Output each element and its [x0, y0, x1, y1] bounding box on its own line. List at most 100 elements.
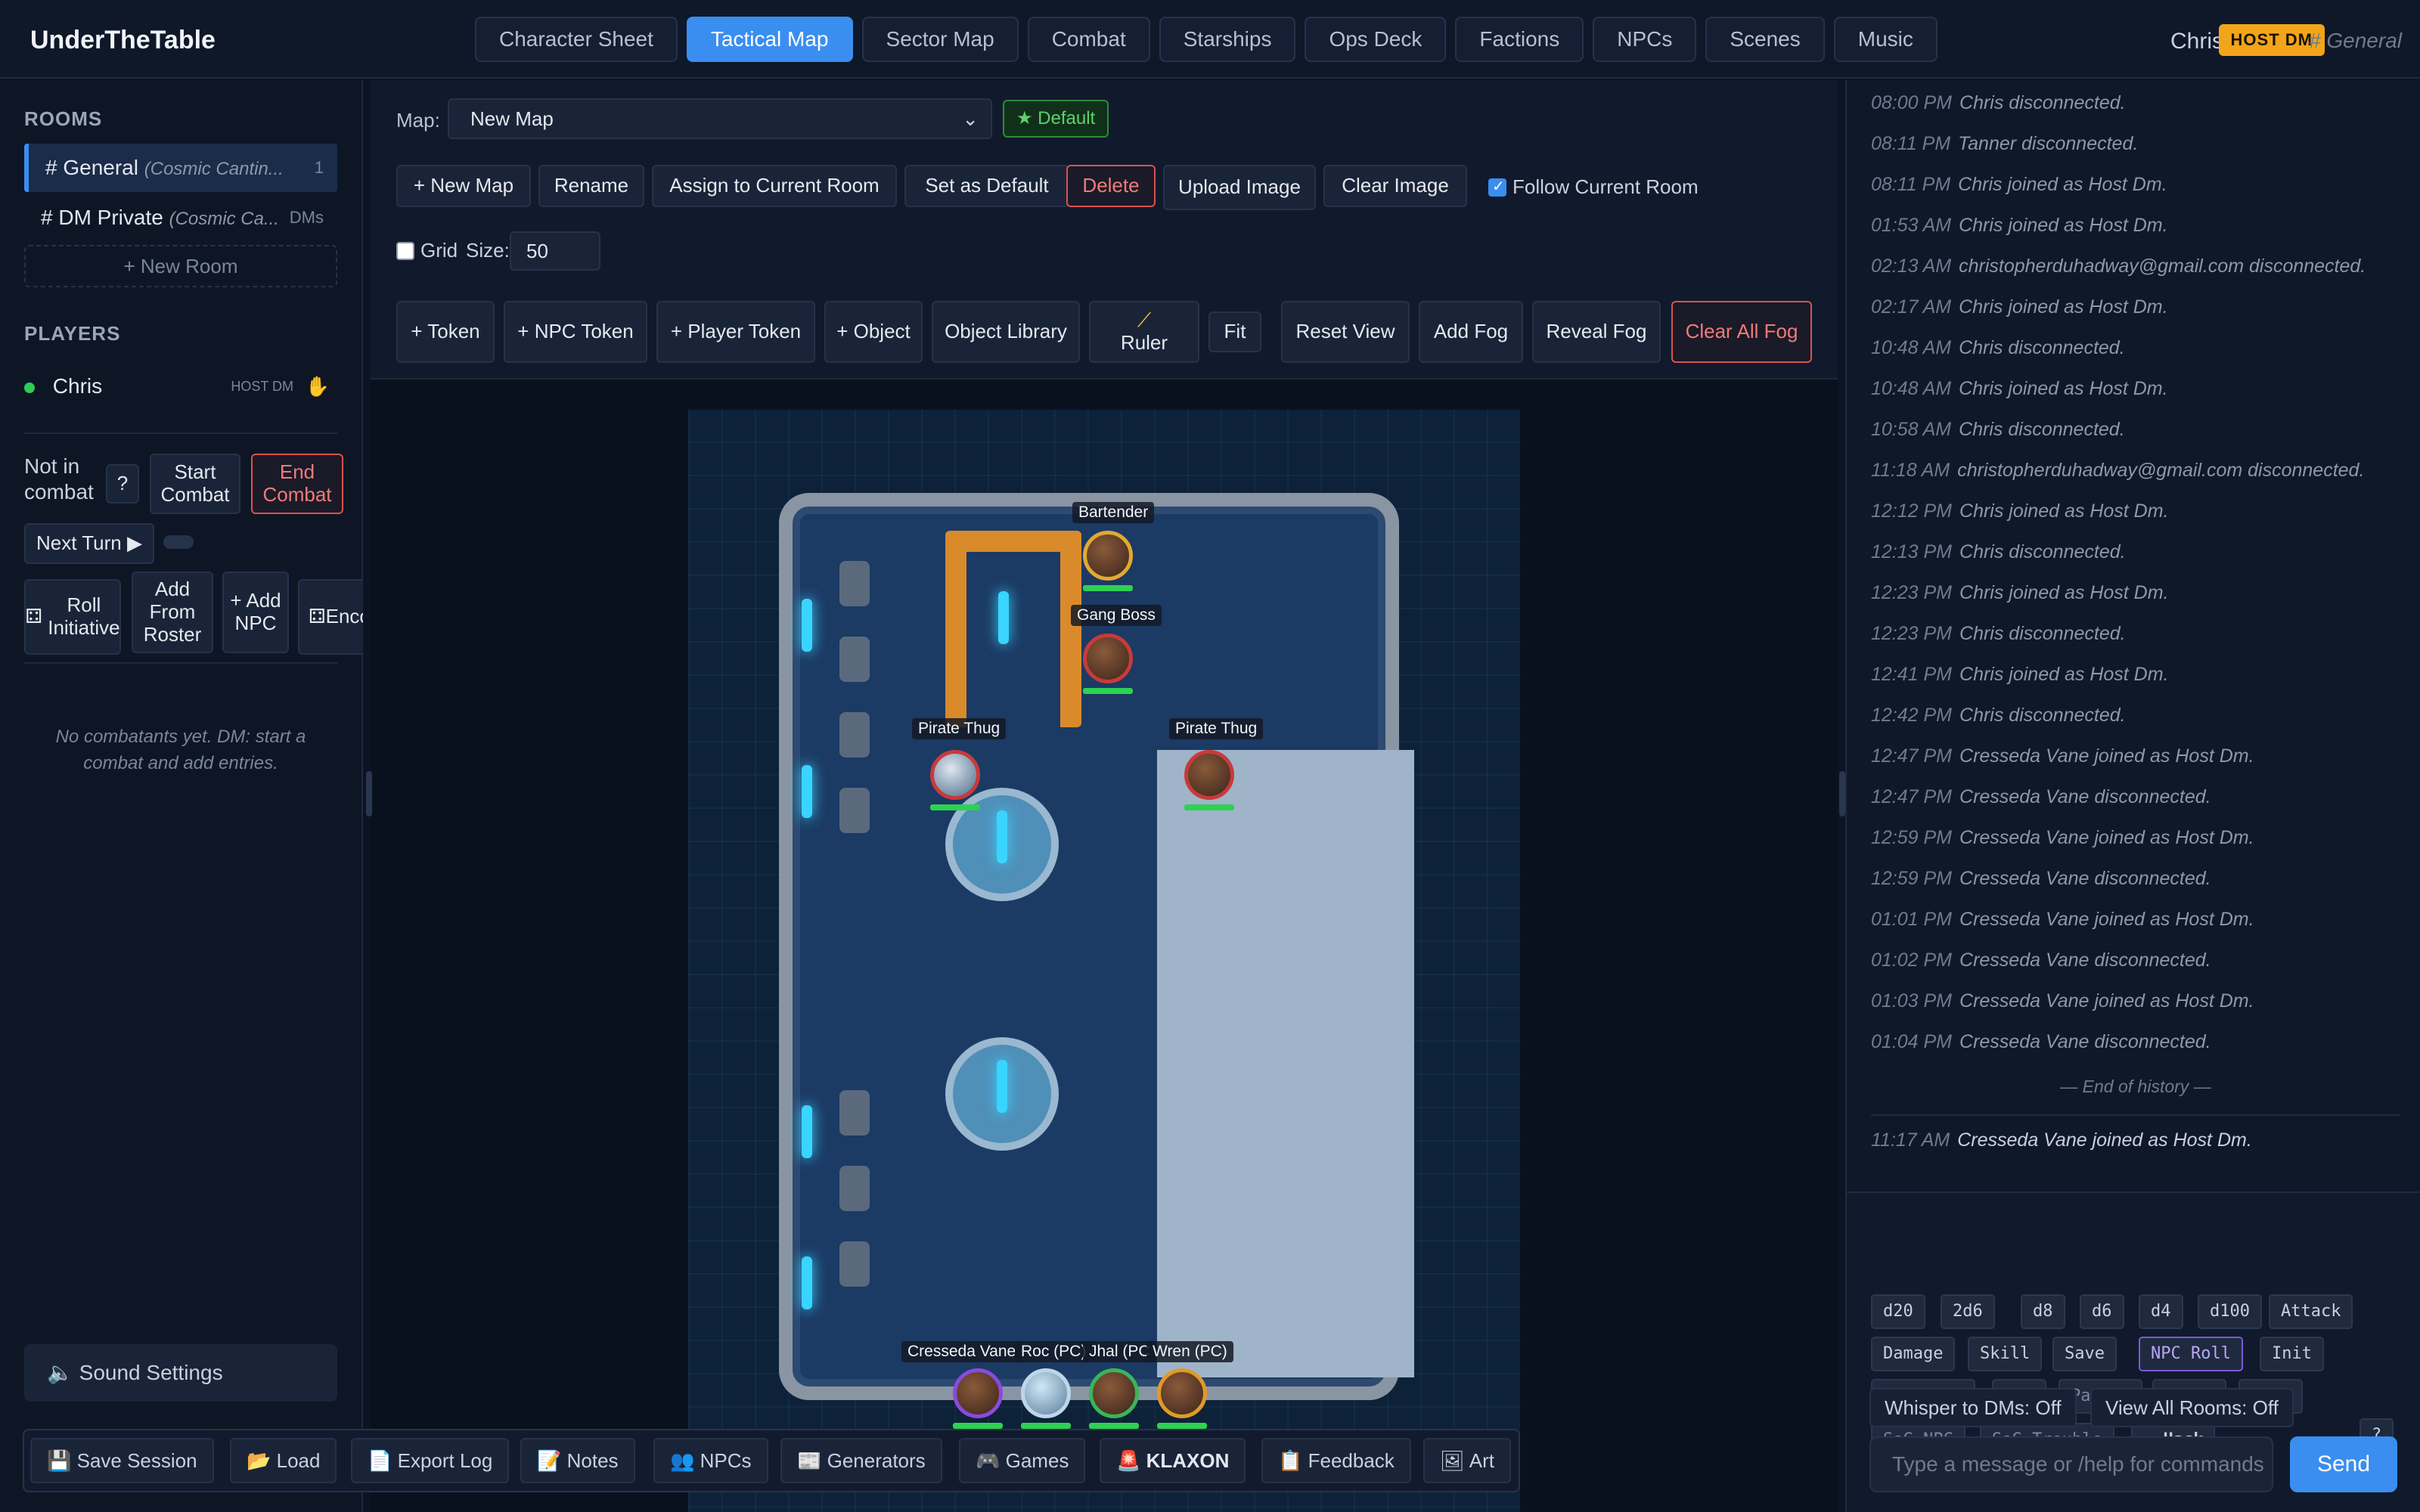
add-object-button[interactable]: + Object — [824, 301, 923, 363]
games-button[interactable]: 🎮 Games — [959, 1438, 1086, 1483]
sound-settings-button[interactable]: 🔈 Sound Settings — [24, 1344, 337, 1402]
token-roc[interactable] — [1021, 1368, 1071, 1418]
grid-size-input[interactable]: 50 — [510, 231, 600, 271]
token-jhal[interactable] — [1089, 1368, 1139, 1418]
token-pirate-thug[interactable] — [930, 750, 980, 800]
new-map-button[interactable]: + New Map — [396, 165, 531, 207]
message-time: 12:47 PM — [1871, 786, 1953, 807]
encounter-button[interactable]: ⚃Encou — [298, 579, 363, 655]
dice-2d6-button[interactable]: 2d6 — [1941, 1294, 1995, 1329]
message-time: 11:17 AM — [1871, 1129, 1950, 1151]
npc-roll-button[interactable]: NPC Roll — [2139, 1337, 2243, 1371]
tab-character-sheet[interactable]: Character Sheet — [475, 17, 678, 62]
rename-map-button[interactable]: Rename — [538, 165, 644, 207]
token-pirate-thug[interactable] — [1184, 750, 1234, 800]
map-booth — [839, 1241, 870, 1287]
right-splitter-handle[interactable] — [1839, 771, 1845, 816]
assign-to-room-button[interactable]: Assign to Current Room — [652, 165, 897, 207]
npcs-button[interactable]: 👥 NPCs — [653, 1438, 768, 1483]
tab-scenes[interactable]: Scenes — [1705, 17, 1825, 62]
tab-combat[interactable]: Combat — [1027, 17, 1150, 62]
start-combat-button[interactable]: Start Combat — [150, 454, 240, 514]
chat-message-input[interactable] — [1869, 1436, 2273, 1492]
new-room-button[interactable]: + New Room — [24, 245, 337, 287]
checkbox-unchecked[interactable] — [396, 241, 414, 260]
token-bartender[interactable] — [1083, 531, 1133, 581]
attack-roll-button[interactable]: Attack — [2269, 1294, 2353, 1329]
hand-icon[interactable]: ✋ — [306, 367, 330, 405]
dice-d4-button[interactable]: d4 — [2139, 1294, 2183, 1329]
ruler-button[interactable]: ⟋ Ruler — [1089, 301, 1199, 363]
tab-npcs[interactable]: NPCs — [1593, 17, 1697, 62]
set-default-button[interactable]: Set as Default — [904, 165, 1069, 207]
encounter-label: Encou — [325, 605, 363, 628]
tab-music[interactable]: Music — [1833, 17, 1938, 62]
token-gang-boss[interactable] — [1083, 634, 1133, 683]
roll-initiative-button[interactable]: ⚃ Roll Initiative — [24, 579, 121, 655]
feedback-button[interactable]: 📋 Feedback — [1261, 1438, 1411, 1483]
init-roll-button[interactable]: Init — [2260, 1337, 2324, 1371]
token-wren[interactable] — [1157, 1368, 1207, 1418]
view-all-rooms-toggle[interactable]: View All Rooms: Off — [2090, 1388, 2294, 1427]
art-button[interactable]: 🖼 Art — [1423, 1438, 1512, 1483]
chat-message: 12:13 PM Chris disconnected. — [1871, 541, 2126, 563]
add-fog-button[interactable]: Add Fog — [1419, 301, 1523, 363]
room-item-general[interactable]: # General (Cosmic Cantin... 1 — [24, 144, 337, 192]
klaxon-button[interactable]: 🚨 KLAXON — [1100, 1438, 1246, 1483]
damage-roll-button[interactable]: Damage — [1871, 1337, 1956, 1371]
export-log-button[interactable]: 📄 Export Log — [351, 1438, 510, 1483]
map-canvas[interactable]: Bartender Gang Boss Pirate Thug Pirate T… — [688, 410, 1520, 1512]
dice-d100-button[interactable]: d100 — [2198, 1294, 2262, 1329]
dice-d20-button[interactable]: d20 — [1871, 1294, 1925, 1329]
delete-map-button[interactable]: Delete — [1066, 165, 1156, 207]
whisper-toggle-button[interactable]: Whisper to DMs: Off — [1869, 1388, 2077, 1427]
clear-all-fog-button[interactable]: Clear All Fog — [1671, 301, 1812, 363]
checkbox-checked[interactable] — [1488, 177, 1506, 197]
token-hp-bar — [1083, 585, 1133, 591]
map-label: Map: — [396, 109, 440, 132]
dice-d8-button[interactable]: d8 — [2021, 1294, 2065, 1329]
save-roll-button[interactable]: Save — [2052, 1337, 2117, 1371]
add-npc-token-button[interactable]: + NPC Token — [504, 301, 647, 363]
object-library-button[interactable]: Object Library — [932, 301, 1080, 363]
reset-view-button[interactable]: Reset View — [1281, 301, 1410, 363]
map-booth — [839, 561, 870, 606]
send-button[interactable]: Send — [2290, 1436, 2397, 1492]
generators-button[interactable]: 📰 Generators — [780, 1438, 942, 1483]
add-player-token-button[interactable]: + Player Token — [656, 301, 815, 363]
tab-starships[interactable]: Starships — [1159, 17, 1296, 62]
add-token-button[interactable]: + Token — [396, 301, 495, 363]
player-item[interactable]: Chris HOST DM ✋ — [24, 367, 337, 405]
no-combatants-message: No combatants yet. DM: start a combat an… — [55, 727, 306, 773]
save-session-button[interactable]: 💾 Save Session — [30, 1438, 214, 1483]
clear-image-button[interactable]: Clear Image — [1323, 165, 1467, 207]
map-light — [997, 1060, 1007, 1113]
current-user: Chris — [2170, 29, 2223, 54]
tab-ops-deck[interactable]: Ops Deck — [1305, 17, 1447, 62]
dice-d6-button[interactable]: d6 — [2080, 1294, 2124, 1329]
add-from-roster-button[interactable]: Add From Roster — [132, 572, 213, 653]
load-button[interactable]: 📂 Load — [230, 1438, 337, 1483]
gamepad-icon: 🎮 — [976, 1449, 1006, 1472]
token-cresseda-vane[interactable] — [953, 1368, 1003, 1418]
turn-toggle[interactable] — [163, 535, 194, 549]
grid-checkbox[interactable]: Grid — [396, 239, 458, 262]
notes-button[interactable]: 📝 Notes — [520, 1438, 635, 1483]
next-turn-button[interactable]: Next Turn ▶ — [24, 523, 154, 564]
fit-button[interactable]: Fit — [1208, 311, 1261, 352]
tab-tactical-map[interactable]: Tactical Map — [686, 17, 853, 62]
combat-help-button[interactable]: ? — [106, 464, 139, 503]
add-npc-button[interactable]: + Add NPC — [222, 572, 289, 653]
chat-message: 01:04 PM Cresseda Vane disconnected. — [1871, 1031, 2211, 1053]
tab-sector-map[interactable]: Sector Map — [861, 17, 1019, 62]
skill-roll-button[interactable]: Skill — [1968, 1337, 2043, 1371]
follow-room-checkbox[interactable]: Follow Current Room — [1488, 175, 1699, 199]
left-splitter-handle[interactable] — [366, 771, 372, 816]
picture-icon: 🖼 — [1440, 1449, 1469, 1472]
upload-image-button[interactable]: Upload Image — [1163, 165, 1316, 210]
map-select[interactable]: New Map ⌄ — [448, 98, 992, 139]
reveal-fog-button[interactable]: Reveal Fog — [1532, 301, 1661, 363]
tab-factions[interactable]: Factions — [1455, 17, 1584, 62]
room-item-dm-private[interactable]: # DM Private (Cosmic Ca... DMs — [24, 194, 337, 242]
end-combat-button[interactable]: End Combat — [251, 454, 343, 514]
